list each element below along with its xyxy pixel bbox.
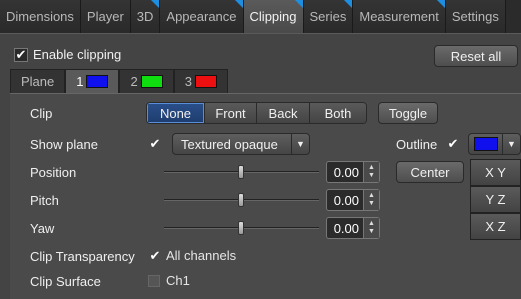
color-swatch — [86, 75, 109, 88]
pitch-label: Pitch — [30, 193, 59, 208]
tab-flag-icon — [344, 0, 353, 8]
plane-label: Plane — [21, 74, 55, 89]
clip-front-button[interactable]: Front — [205, 103, 257, 123]
slider-thumb[interactable] — [238, 193, 244, 207]
clip-transparency-option: All channels — [166, 248, 237, 263]
position-value: 0.00 — [333, 164, 359, 180]
center-label: Center — [410, 164, 450, 180]
pitch-spinbox[interactable]: 0.00 ▲ ▼ — [326, 189, 380, 211]
clip-back-button[interactable]: Back — [257, 103, 310, 123]
spin-arrows-icon[interactable]: ▲ ▼ — [363, 162, 379, 182]
axis-yz-button[interactable]: Y Z — [470, 186, 521, 213]
show-plane-checkbox[interactable]: ✔ — [148, 137, 162, 151]
plane-mode-value: Textured opaque — [181, 136, 278, 152]
slider-thumb[interactable] — [238, 165, 244, 179]
tab-measurement[interactable]: Measurement — [353, 0, 446, 33]
tab-player[interactable]: Player — [80, 0, 131, 33]
tab-clipping[interactable]: Clipping — [243, 0, 304, 33]
slider-thumb[interactable] — [238, 221, 244, 235]
chevron-down-icon: ▼ — [502, 134, 516, 154]
plane-tab-number: 1 — [76, 74, 84, 89]
spin-arrows-icon[interactable]: ▲ ▼ — [363, 218, 379, 238]
color-swatch — [474, 137, 498, 151]
enable-clipping-label: Enable clipping — [33, 47, 122, 62]
yaw-slider[interactable] — [164, 221, 319, 235]
tab-bar: Dimensions Player 3D Appearance Clipping… — [0, 0, 521, 33]
axis-xz-button[interactable]: X Z — [470, 213, 521, 240]
tab-flag-icon — [436, 0, 445, 8]
unchecked-box-icon — [148, 274, 160, 287]
outline-color-picker[interactable]: ▼ — [468, 133, 521, 155]
chevron-down-icon: ▼ — [291, 134, 309, 154]
tab-label: Player — [86, 9, 124, 24]
enable-clipping-checkbox[interactable]: ✔ Enable clipping — [14, 47, 121, 62]
tab-dimensions[interactable]: Dimensions — [0, 0, 81, 33]
plane-tab-number: 2 — [130, 74, 138, 89]
plane-tab-1[interactable]: 1 — [65, 69, 120, 93]
clip-surface-checkbox[interactable]: Ch1 — [148, 273, 190, 288]
toggle-button[interactable]: Toggle — [378, 102, 438, 124]
clip-transparency-checkbox[interactable]: ✔ All channels — [148, 247, 237, 263]
pitch-value: 0.00 — [333, 192, 359, 208]
yaw-value: 0.00 — [333, 220, 359, 236]
position-label: Position — [30, 165, 77, 180]
tab-flag-icon — [151, 0, 160, 8]
clip-label: Clip — [30, 106, 53, 121]
tab-3d[interactable]: 3D — [130, 0, 161, 33]
reset-all-label: Reset all — [450, 48, 502, 64]
plane-tab-number: 3 — [184, 74, 192, 89]
plane-tabs-label: Plane — [10, 69, 66, 93]
yaw-label: Yaw — [30, 221, 55, 236]
position-slider[interactable] — [164, 165, 319, 179]
clip-mode-group: None Front Back Both — [146, 102, 367, 124]
tab-appearance[interactable]: Appearance — [160, 0, 244, 33]
tab-label: Measurement — [359, 9, 439, 24]
tab-label: Series — [309, 9, 347, 24]
pitch-slider[interactable] — [164, 193, 319, 207]
tab-label: Clipping — [249, 9, 297, 24]
clip-surface-option: Ch1 — [166, 273, 190, 288]
checkmark-icon: ✔ — [149, 247, 161, 263]
yaw-spinbox[interactable]: 0.00 ▲ ▼ — [326, 217, 380, 239]
spin-arrows-icon[interactable]: ▲ ▼ — [363, 190, 379, 210]
tab-label: Appearance — [166, 9, 237, 24]
plane-tab-3[interactable]: 3 — [173, 69, 228, 93]
color-swatch — [140, 75, 163, 88]
checkmark-icon: ✔ — [14, 46, 28, 62]
show-plane-label: Show plane — [30, 137, 98, 152]
clip-surface-label: Clip Surface — [30, 274, 101, 289]
axis-xy-button[interactable]: X Y — [470, 159, 521, 186]
toggle-label: Toggle — [388, 105, 428, 121]
tab-label: 3D — [136, 9, 154, 24]
plane-tab-2[interactable]: 2 — [119, 69, 174, 93]
position-spinbox[interactable]: 0.00 ▲ ▼ — [326, 161, 380, 183]
reset-all-button[interactable]: Reset all — [434, 45, 518, 67]
tab-series[interactable]: Series — [303, 0, 354, 33]
tab-settings[interactable]: Settings — [445, 0, 506, 33]
tab-label: Settings — [451, 9, 499, 24]
tab-flag-icon — [234, 0, 243, 8]
outline-checkbox[interactable]: ✔ — [446, 137, 460, 151]
outline-label: Outline — [396, 137, 438, 152]
clip-transparency-label: Clip Transparency — [30, 249, 135, 264]
plane-mode-dropdown[interactable]: Textured opaque ▼ — [172, 133, 310, 155]
color-swatch — [194, 75, 217, 88]
clip-none-button[interactable]: None — [147, 103, 205, 123]
clip-both-button[interactable]: Both — [310, 103, 366, 123]
tab-flag-icon — [294, 0, 303, 8]
center-button[interactable]: Center — [396, 161, 464, 183]
tab-label: Dimensions — [6, 9, 74, 24]
plane-tabs: Plane 1 2 3 — [10, 69, 228, 93]
